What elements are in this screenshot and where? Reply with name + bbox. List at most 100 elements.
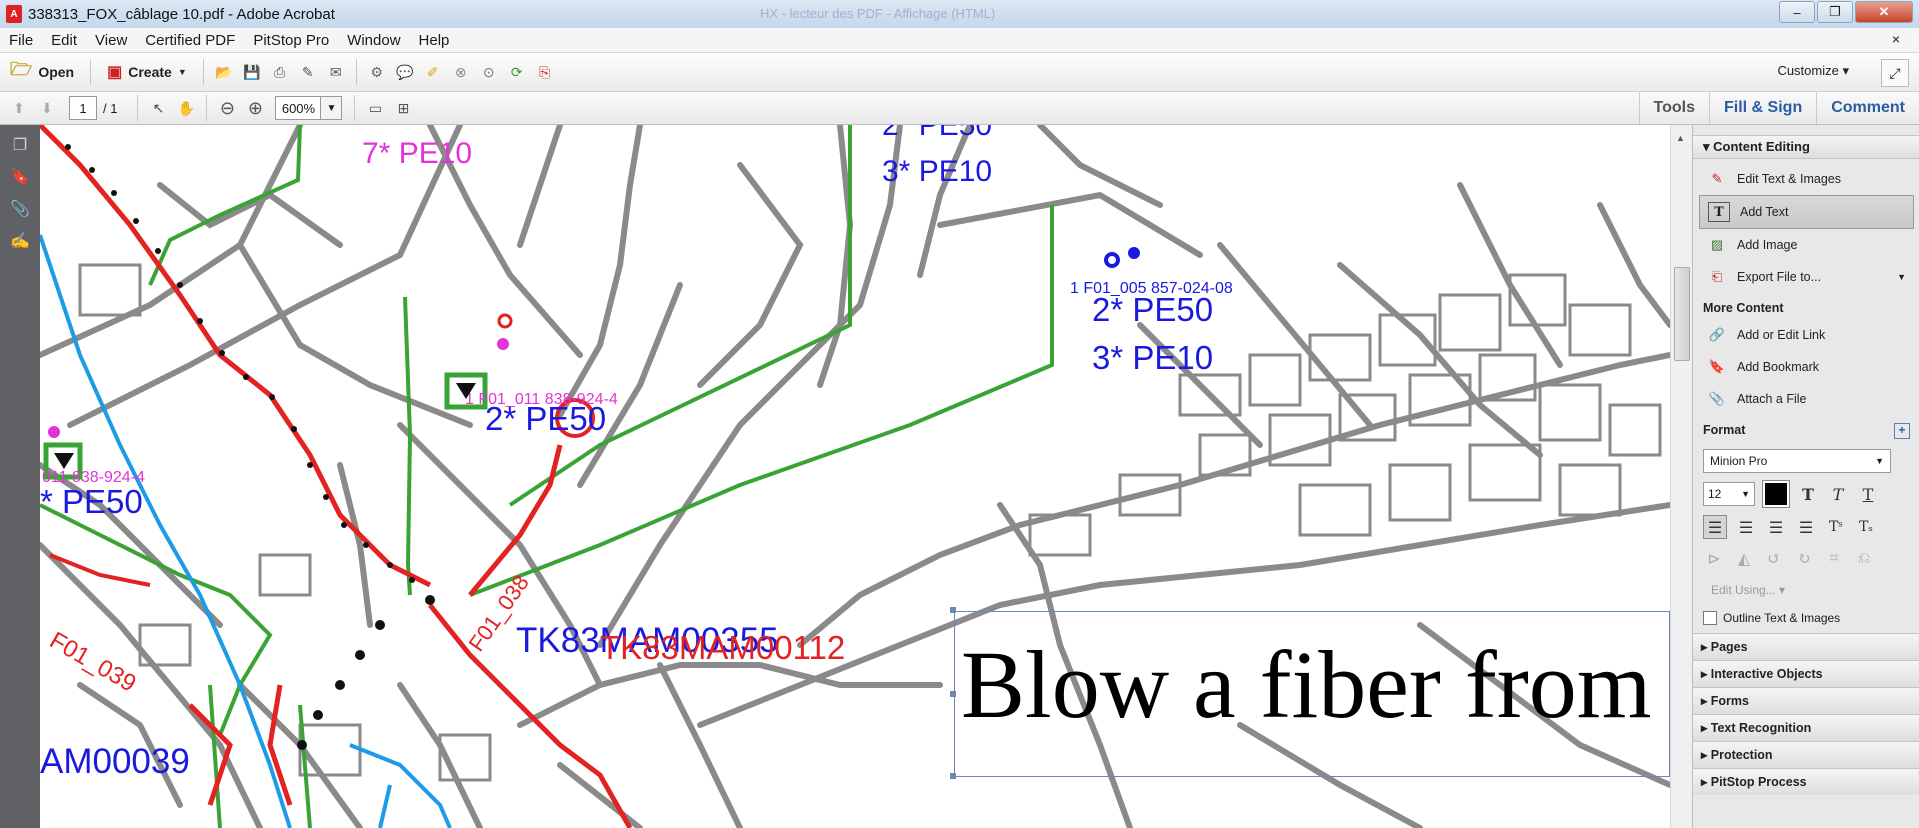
bookmarks-icon[interactable]: 🔖	[9, 167, 31, 189]
export-file-button[interactable]: ⎗ Export File to... ▼	[1693, 261, 1919, 293]
customize-menu[interactable]: Customize ▾	[1777, 63, 1849, 79]
page-total: / 1	[103, 100, 118, 116]
rotate-right-icon[interactable]: ↻	[1793, 547, 1815, 569]
font-size-select[interactable]: 12 ▼	[1703, 482, 1755, 506]
toolbar-divider	[206, 95, 208, 121]
scroll-thumb[interactable]	[1674, 267, 1690, 361]
document-close-icon[interactable]: ×	[1883, 31, 1909, 47]
scroll-up-icon[interactable]: ▲	[1676, 133, 1685, 143]
edit-document-icon[interactable]: ✎	[297, 61, 319, 83]
italic-icon[interactable]: T	[1827, 483, 1849, 505]
add-text-button[interactable]: T Add Text	[1699, 195, 1914, 229]
section-interactive-objects[interactable]: ▸ Interactive Objects	[1693, 660, 1919, 687]
text-box-handle[interactable]	[950, 691, 956, 697]
folder-icon: 🗁	[10, 59, 33, 79]
page-thumbnails-icon[interactable]: ❐	[9, 135, 31, 157]
select-cursor-icon[interactable]: ↖	[147, 97, 169, 119]
tab-fill-sign[interactable]: Fill & Sign	[1709, 92, 1816, 124]
create-button[interactable]: ▣ Create ▼	[97, 57, 197, 87]
zoom-dropdown-icon[interactable]: ▼	[321, 96, 343, 120]
flip-horizontal-icon[interactable]: ⊳	[1703, 547, 1725, 569]
section-pages[interactable]: ▸ Pages	[1693, 633, 1919, 660]
menu-certified-pdf[interactable]: Certified PDF	[136, 32, 244, 49]
expand-icon[interactable]: ⤢	[1881, 59, 1909, 87]
rotate-left-icon[interactable]: ↺	[1763, 547, 1785, 569]
flip-vertical-icon[interactable]: ◭	[1733, 547, 1755, 569]
justify-icon[interactable]: ☰	[1795, 516, 1817, 538]
menu-window[interactable]: Window	[338, 32, 409, 49]
text-box-handle[interactable]	[950, 607, 956, 613]
document-view[interactable]: 7* PE10 2* PE50 3* PE10 1 F01_005 857-02…	[40, 125, 1670, 828]
restore-button[interactable]: ❐	[1817, 1, 1853, 23]
previous-page-icon[interactable]: ⬆	[8, 97, 30, 119]
replace-image-icon[interactable]: ⎌	[1853, 547, 1875, 569]
refresh-icon[interactable]: ⟳	[506, 61, 528, 83]
outline-text-images-checkbox[interactable]: Outline Text & Images	[1703, 611, 1919, 625]
export-icon: ⎗	[1711, 269, 1723, 284]
align-center-icon[interactable]: ☰	[1735, 516, 1757, 538]
label-pe50-right: 2* PE50	[1092, 291, 1213, 328]
add-format-icon[interactable]: +	[1894, 423, 1910, 439]
signatures-icon[interactable]: ✍	[9, 231, 31, 253]
add-edit-link-button[interactable]: 🔗 Add or Edit Link	[1693, 319, 1919, 351]
superscript-icon[interactable]: Tˢ	[1825, 516, 1847, 538]
subscript-icon[interactable]: Tₛ	[1855, 516, 1877, 538]
font-select[interactable]: Minion Pro ▼	[1703, 449, 1891, 473]
section-forms[interactable]: ▸ Forms	[1693, 687, 1919, 714]
section-pitstop-process[interactable]: ▸ PitStop Process	[1693, 768, 1919, 795]
underline-icon[interactable]: T	[1857, 483, 1879, 505]
vertical-scrollbar[interactable]: ▲	[1670, 125, 1693, 828]
fit-page-icon[interactable]: ▭	[364, 97, 386, 119]
tab-tools[interactable]: Tools	[1638, 92, 1709, 124]
section-protection[interactable]: ▸ Protection	[1693, 741, 1919, 768]
label-am-left: AM00039	[40, 742, 190, 781]
menu-pitstop-pro[interactable]: PitStop Pro	[244, 32, 338, 49]
add-image-button[interactable]: ▨ Add Image	[1693, 229, 1919, 261]
add-bookmark-button[interactable]: 🔖 Add Bookmark	[1693, 351, 1919, 383]
email-icon[interactable]: ✉	[325, 61, 347, 83]
checkbox-icon[interactable]	[1703, 611, 1717, 625]
page-number-input[interactable]: 1	[69, 96, 97, 120]
label-pe10-top: 7* PE10	[362, 137, 472, 170]
zoom-out-icon[interactable]: ⊖	[216, 97, 238, 119]
pitstop-icon[interactable]: ⎘	[534, 61, 556, 83]
attach-file-button[interactable]: 📎 Attach a File	[1693, 383, 1919, 415]
preflight-icon[interactable]: ⊙	[478, 61, 500, 83]
highlight-icon[interactable]: ✐	[422, 61, 444, 83]
menu-view[interactable]: View	[86, 32, 136, 49]
stamp-icon[interactable]: ⊗	[450, 61, 472, 83]
menu-help[interactable]: Help	[410, 32, 459, 49]
section-text-recognition[interactable]: ▸ Text Recognition	[1693, 714, 1919, 741]
attachments-icon[interactable]: 📎	[9, 199, 31, 221]
protection-title: Protection	[1710, 748, 1773, 762]
fit-width-icon[interactable]: ⊞	[392, 97, 414, 119]
section-content-editing[interactable]: ▾ Content Editing	[1693, 135, 1919, 159]
gear-icon[interactable]: ⚙	[366, 61, 388, 83]
text-box-handle[interactable]	[950, 773, 956, 779]
open-button[interactable]: 🗁 Open	[0, 57, 84, 87]
zoom-in-icon[interactable]: ⊕	[244, 97, 266, 119]
menu-edit[interactable]: Edit	[42, 32, 86, 49]
edit-using-button[interactable]: Edit Using... ▾	[1711, 583, 1919, 597]
align-right-icon[interactable]: ☰	[1765, 516, 1787, 538]
edit-using-label: Edit Using...	[1711, 583, 1776, 597]
minimize-button[interactable]: –	[1779, 1, 1815, 23]
text-box-selection[interactable]: Blow a fiber from	[954, 611, 1670, 777]
print-icon[interactable]: ⎙	[269, 61, 291, 83]
zoom-input[interactable]: 600%	[275, 96, 322, 120]
close-button[interactable]: ✕	[1855, 1, 1913, 23]
tab-comment[interactable]: Comment	[1816, 92, 1919, 124]
comment-icon[interactable]: 💬	[394, 61, 416, 83]
text-box-content[interactable]: Blow a fiber from	[961, 632, 1651, 738]
save-icon[interactable]: 💾	[241, 61, 263, 83]
next-page-icon[interactable]: ⬇	[36, 97, 58, 119]
folder-open-icon[interactable]: 📂	[213, 61, 235, 83]
link-icon: 🔗	[1708, 327, 1726, 342]
edit-text-images-button[interactable]: ✎ Edit Text & Images	[1693, 163, 1919, 195]
bold-icon[interactable]: T	[1797, 483, 1819, 505]
align-left-icon[interactable]: ☰	[1703, 515, 1727, 539]
menu-file[interactable]: File	[0, 32, 42, 49]
hand-tool-icon[interactable]: ✋	[175, 97, 197, 119]
crop-icon[interactable]: ⌗	[1823, 547, 1845, 569]
font-color-swatch[interactable]	[1762, 480, 1790, 508]
